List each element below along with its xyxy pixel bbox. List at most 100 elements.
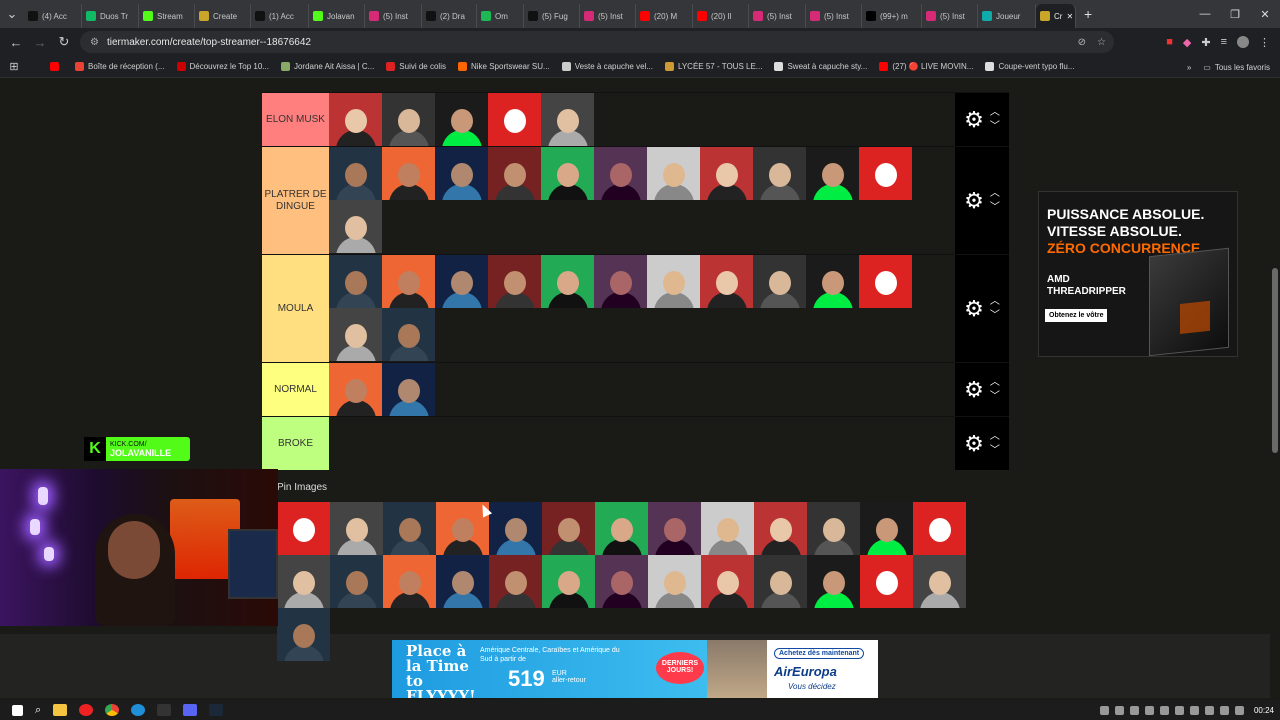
pool-image[interactable] (542, 502, 595, 555)
tray-icon[interactable] (1129, 705, 1139, 715)
network-icon[interactable] (1219, 705, 1229, 715)
extensions-icon[interactable]: ✚ (1201, 36, 1210, 49)
tier-dropzone[interactable] (329, 255, 1009, 362)
tier-item-image[interactable] (488, 147, 541, 200)
pool-image[interactable] (277, 555, 330, 608)
tier-item-image[interactable] (329, 308, 382, 361)
pool-image[interactable] (701, 502, 754, 555)
clock[interactable]: 00:24 (1254, 706, 1274, 715)
gear-icon[interactable]: ⚙ (964, 431, 984, 457)
browser-tab[interactable]: (20) M (636, 4, 693, 28)
pool-image[interactable] (436, 555, 489, 608)
pool-image[interactable] (754, 555, 807, 608)
browser-tab[interactable]: Om (477, 4, 524, 28)
extension-pink-icon[interactable]: ◆ (1183, 36, 1191, 49)
bookmark-item[interactable]: Boîte de réception (... (75, 62, 165, 71)
tier-item-image[interactable] (382, 93, 435, 146)
forward-icon[interactable]: → (28, 35, 52, 50)
bookmark-item[interactable]: LYCÉE 57 - TOUS LE... (664, 62, 762, 71)
tier-item-image[interactable] (700, 147, 753, 200)
browser-tab[interactable]: (5) Fug (524, 4, 580, 28)
tier-label[interactable]: BROKE (262, 417, 329, 470)
pool-image[interactable] (542, 555, 595, 608)
bookmark-star-icon[interactable]: ☆ (1097, 37, 1106, 48)
all-bookmarks-button[interactable]: ▭ Tous les favoris (1203, 63, 1270, 72)
pool-image[interactable] (330, 555, 383, 608)
pool-image[interactable] (754, 502, 807, 555)
gear-icon[interactable]: ⚙ (964, 296, 984, 322)
pool-image[interactable] (807, 502, 860, 555)
tray-icon[interactable] (1114, 705, 1124, 715)
bookmark-item[interactable]: Suivi de colis (386, 62, 446, 71)
extension-red-icon[interactable]: ■ (1166, 36, 1173, 48)
pool-image[interactable] (383, 502, 436, 555)
tray-icon[interactable] (1189, 705, 1199, 715)
gear-icon[interactable]: ⚙ (964, 107, 984, 133)
tier-item-image[interactable] (435, 255, 488, 308)
browser-tab[interactable]: (4) Acc (24, 4, 82, 28)
tier-item-image[interactable] (329, 200, 382, 253)
tier-item-image[interactable] (435, 147, 488, 200)
browser-tab[interactable]: (5) Inst (365, 4, 422, 28)
amd-advertisement[interactable]: PUISSANCE ABSOLUE. VITESSE ABSOLUE. ZÉRO … (1038, 191, 1238, 357)
move-down-icon[interactable]: ﹀ (990, 120, 1000, 134)
tier-item-image[interactable] (541, 255, 594, 308)
tier-item-image[interactable] (806, 147, 859, 200)
profile-avatar[interactable] (1237, 36, 1249, 48)
tier-dropzone[interactable] (329, 363, 1009, 416)
move-down-icon[interactable]: ﹀ (990, 390, 1000, 404)
pool-image[interactable] (489, 502, 542, 555)
more-bookmarks-button[interactable]: » (1187, 63, 1191, 72)
tray-icon[interactable] (1099, 705, 1109, 715)
ad-buy-button[interactable]: Achetez dès maintenant (774, 648, 865, 659)
move-up-icon[interactable]: ︿ (990, 187, 1000, 201)
move-down-icon[interactable]: ﹀ (990, 201, 1000, 215)
tier-item-image[interactable] (700, 255, 753, 308)
browser-tab[interactable]: Cr ✕ (1036, 4, 1076, 28)
pool-image[interactable] (330, 502, 383, 555)
tier-label[interactable]: MOULA (262, 255, 329, 362)
bookmark-item[interactable]: Sweat à capuche sty... (774, 62, 867, 71)
tier-item-image[interactable] (382, 147, 435, 200)
tier-item-image[interactable] (753, 255, 806, 308)
tray-icon[interactable] (1159, 705, 1169, 715)
camera-blocked-icon[interactable]: ⊘ (1078, 37, 1086, 48)
tier-item-image[interactable] (329, 93, 382, 146)
bookmark-item[interactable]: Découvrez le Top 10... (176, 62, 269, 71)
bookmark-item[interactable]: Jordane Ait Aissa | C... (280, 62, 374, 71)
menu-icon[interactable]: ⋮ (1259, 36, 1270, 49)
file-explorer-icon[interactable] (53, 704, 68, 716)
back-icon[interactable]: ← (4, 35, 28, 50)
browser-tab[interactable]: Create (195, 4, 251, 28)
pool-image[interactable] (277, 502, 330, 555)
tier-item-image[interactable] (859, 255, 912, 308)
browser-tab[interactable]: Jolavan (309, 4, 365, 28)
move-down-icon[interactable]: ﹀ (990, 309, 1000, 323)
scroll-thumb[interactable] (1272, 268, 1278, 453)
tier-label[interactable]: ELON MUSK (262, 93, 329, 146)
pool-image[interactable] (701, 555, 754, 608)
tier-item-image[interactable] (329, 147, 382, 200)
tier-item-image[interactable] (382, 308, 435, 361)
discord-icon[interactable] (183, 704, 198, 716)
pool-image[interactable] (489, 555, 542, 608)
tier-item-image[interactable] (382, 255, 435, 308)
media-icon[interactable]: ≡ (1221, 36, 1227, 48)
new-tab-button[interactable]: + (1084, 6, 1092, 22)
pool-image[interactable] (913, 502, 966, 555)
bookmark-item[interactable]: Veste à capuche vel... (561, 62, 653, 71)
edge-icon[interactable] (131, 704, 146, 716)
pool-image[interactable] (648, 502, 701, 555)
pool-image[interactable] (860, 555, 913, 608)
browser-tab[interactable]: (5) Inst (749, 4, 806, 28)
tier-item-image[interactable] (541, 93, 594, 146)
tier-label[interactable]: PLATRER DE DINGUE (262, 147, 329, 254)
page-scrollbar[interactable] (1270, 78, 1280, 698)
browser-tab[interactable]: (1) Acc (251, 4, 309, 28)
apps-icon[interactable]: ⊞ (2, 60, 26, 73)
pool-image[interactable] (277, 608, 330, 661)
site-info-icon[interactable]: ⚙ (90, 37, 99, 48)
browser-tab[interactable]: (99+) m (862, 4, 922, 28)
move-up-icon[interactable]: ︿ (990, 106, 1000, 120)
tier-dropzone[interactable] (329, 93, 1009, 146)
